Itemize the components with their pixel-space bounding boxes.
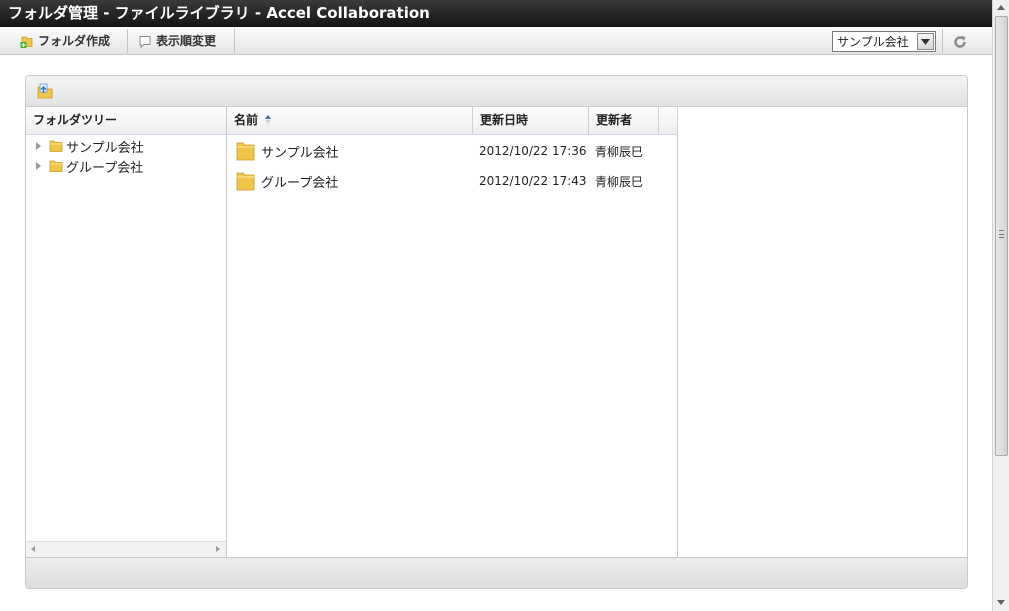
create-folder-button[interactable]: フォルダ作成: [14, 27, 118, 54]
name-cell: サンプル会社: [236, 136, 339, 166]
folder-name: グループ会社: [261, 175, 339, 191]
panel-footer: [26, 557, 967, 588]
company-select[interactable]: サンプル会社: [832, 31, 936, 52]
tree-item-label: グループ会社: [66, 160, 144, 176]
scroll-down-icon[interactable]: [997, 600, 1005, 605]
tree-item[interactable]: グループ会社: [34, 157, 144, 176]
create-folder-label: フォルダ作成: [38, 34, 111, 48]
change-order-button[interactable]: 表示順変更: [132, 27, 224, 54]
updated-by-cell: 青柳辰巳: [595, 174, 644, 189]
table-row[interactable]: サンプル会社 2012/10/22 17:36 青柳辰巳: [227, 136, 678, 166]
folder-panel: フォルダツリー サンプル会社 グループ会社 名前 更新日時 更新者 サンプル会社…: [25, 75, 968, 589]
name-cell: グループ会社: [236, 166, 338, 196]
folder-icon: [236, 172, 255, 191]
detail-pane: [679, 107, 967, 557]
table-row[interactable]: グループ会社 2012/10/22 17:43 青柳辰巳: [227, 166, 678, 196]
tree-item[interactable]: サンプル会社: [34, 137, 144, 156]
folder-icon: [49, 140, 63, 152]
column-name-label: 名前: [234, 113, 259, 127]
refresh-icon: [954, 35, 966, 48]
tree-header: フォルダツリー: [26, 107, 226, 135]
company-select-value: サンプル会社: [837, 35, 909, 49]
column-header-updated-by[interactable]: 更新者: [589, 107, 659, 135]
folder-icon: [236, 142, 255, 161]
column-header-spacer: [659, 107, 678, 135]
scroll-right-icon[interactable]: [216, 546, 220, 552]
panel-header: [26, 76, 967, 107]
folder-add-icon: [20, 36, 33, 48]
sort-ascending-icon: [265, 115, 272, 124]
upload-icon[interactable]: [37, 83, 53, 99]
change-order-label: 表示順変更: [156, 34, 217, 48]
scroll-left-icon[interactable]: [31, 546, 35, 552]
window-title: フォルダ管理 - ファイルライブラリ - Accel Collaboration: [0, 0, 992, 27]
column-header-name[interactable]: 名前: [227, 107, 473, 135]
toolbar-separator: [127, 29, 128, 53]
updated-at-cell: 2012/10/22 17:43: [479, 174, 587, 188]
scrollbar-thumb[interactable]: [995, 16, 1008, 456]
expand-arrow-icon[interactable]: [36, 142, 41, 150]
page-scrollbar[interactable]: [992, 0, 1009, 611]
scroll-up-icon[interactable]: [997, 5, 1005, 10]
toolbar-separator: [942, 29, 943, 53]
folder-tree: フォルダツリー サンプル会社 グループ会社: [26, 107, 227, 557]
toolbar-separator: [234, 29, 235, 53]
grip-icon: [999, 230, 1004, 238]
column-header-updated-at[interactable]: 更新日時: [473, 107, 589, 135]
sort-order-icon: [139, 35, 151, 48]
refresh-button[interactable]: [948, 31, 972, 52]
updated-at-cell: 2012/10/22 17:36: [479, 144, 587, 158]
folder-name: サンプル会社: [261, 145, 339, 161]
chevron-down-icon[interactable]: [917, 33, 934, 50]
tree-item-label: サンプル会社: [66, 140, 144, 156]
folder-list: 名前 更新日時 更新者 サンプル会社 2012/10/22 17:36 青柳辰巳: [227, 107, 678, 557]
folder-icon: [49, 160, 63, 172]
expand-arrow-icon[interactable]: [36, 162, 41, 170]
updated-by-cell: 青柳辰巳: [595, 144, 644, 159]
tree-horizontal-scrollbar[interactable]: [26, 541, 226, 557]
